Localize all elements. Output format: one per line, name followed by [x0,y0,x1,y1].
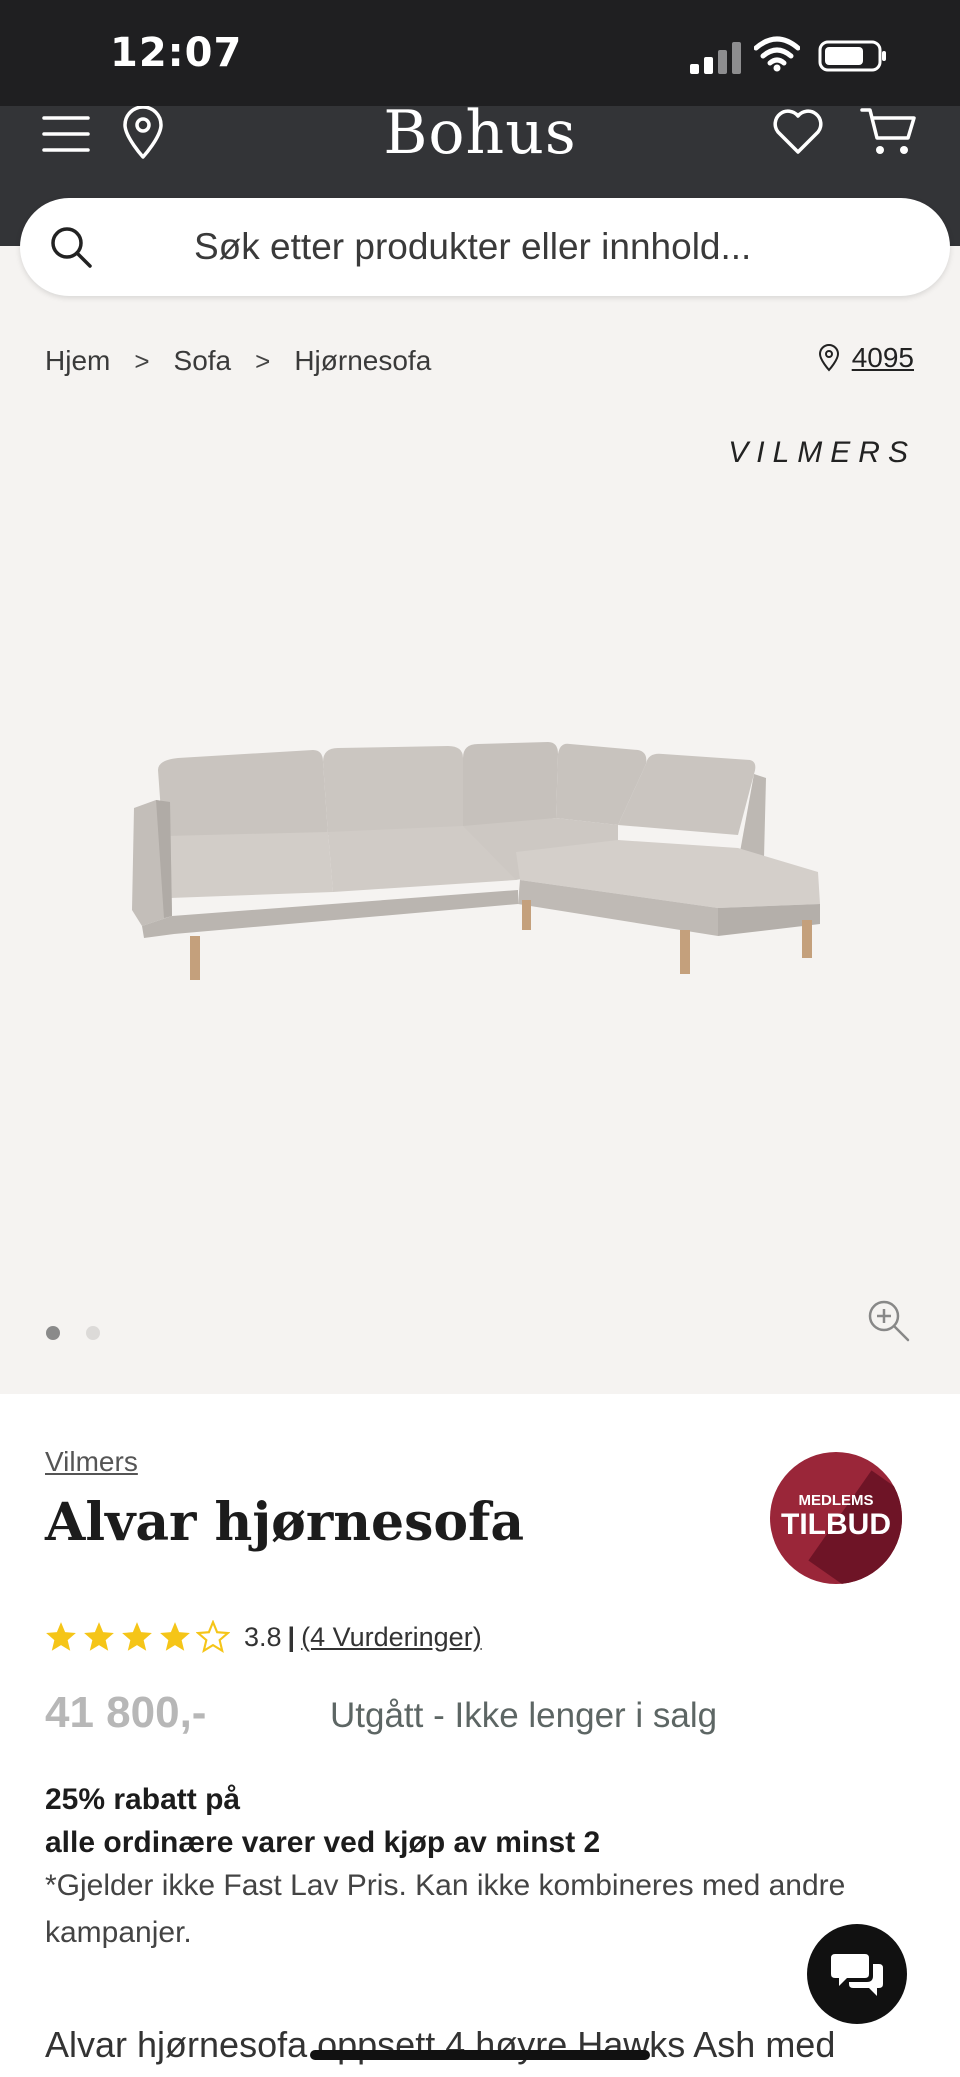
breadcrumb-sofa[interactable]: Sofa [174,345,232,377]
signal-icon [690,42,741,74]
location-pin-icon [818,344,839,372]
badge-bottom-text: TILBUD [781,1508,891,1541]
search-input[interactable]: Søk etter produkter eller innhold... [194,198,751,296]
star-outline-icon [196,1620,230,1653]
star-rating [44,1620,230,1654]
breadcrumb-home[interactable]: Hjem [45,345,110,377]
rating-separator: | [287,1621,296,1652]
product-title: Alvar hjørnesofa [45,1492,525,1553]
badge-top-text: MEDLEMS [798,1492,874,1509]
product-rating[interactable]: 3.8 | (4 Vurderinger) [44,1620,482,1654]
chat-button[interactable] [807,1924,907,2024]
status-bar: 12:07 [0,0,960,106]
promo-note: *Gjelder ikke Fast Lav Pris. Kan ikke ko… [45,1869,846,1949]
status-time: 12:07 [110,30,243,76]
cart-icon[interactable] [860,106,916,158]
brand-logo: VILMERS [728,436,916,469]
search-bar[interactable]: Søk etter produkter eller innhold... [20,198,950,296]
chevron-right-icon: > [134,345,150,376]
promo-line-2: alle ordinære varer ved kjøp av minst 2 [45,1826,601,1859]
promo-line-1: 25% rabatt på [45,1783,241,1816]
postcode-value[interactable]: 4095 [852,342,914,374]
star-icon [160,1622,190,1651]
rating-value: 3.8 [244,1621,282,1652]
wifi-icon [754,36,800,72]
search-icon[interactable] [46,222,96,272]
star-icon [84,1622,114,1651]
star-icon [122,1622,152,1651]
breadcrumb-corner-sofa[interactable]: Hjørnesofa [294,345,431,377]
reviews-link[interactable]: (4 Vurderinger) [301,1622,482,1653]
availability-status: Utgått - Ikke lenger i salg [330,1696,718,1735]
brand-link[interactable]: Vilmers [45,1446,138,1478]
member-offer-badge: MEDLEMS TILBUD [770,1452,902,1584]
heart-icon[interactable] [772,108,824,156]
gallery-pagination[interactable] [46,1326,100,1340]
home-indicator [310,2050,650,2060]
chat-icon [831,1954,883,1996]
gallery-dot[interactable] [86,1326,100,1340]
breadcrumb: Hjem > Sofa > Hjørnesofa [45,345,431,377]
star-icon [46,1622,76,1651]
chevron-right-icon: > [255,345,271,376]
gallery-dot[interactable] [46,1326,60,1340]
product-image[interactable] [118,740,838,1000]
product-price: 41 800,- [45,1688,207,1737]
postcode-selector[interactable]: 4095 [818,342,914,374]
promo-title: 25% rabatt på alle ordinære varer ved kj… [45,1778,600,1864]
battery-icon [818,40,886,72]
zoom-in-icon[interactable] [866,1298,910,1342]
